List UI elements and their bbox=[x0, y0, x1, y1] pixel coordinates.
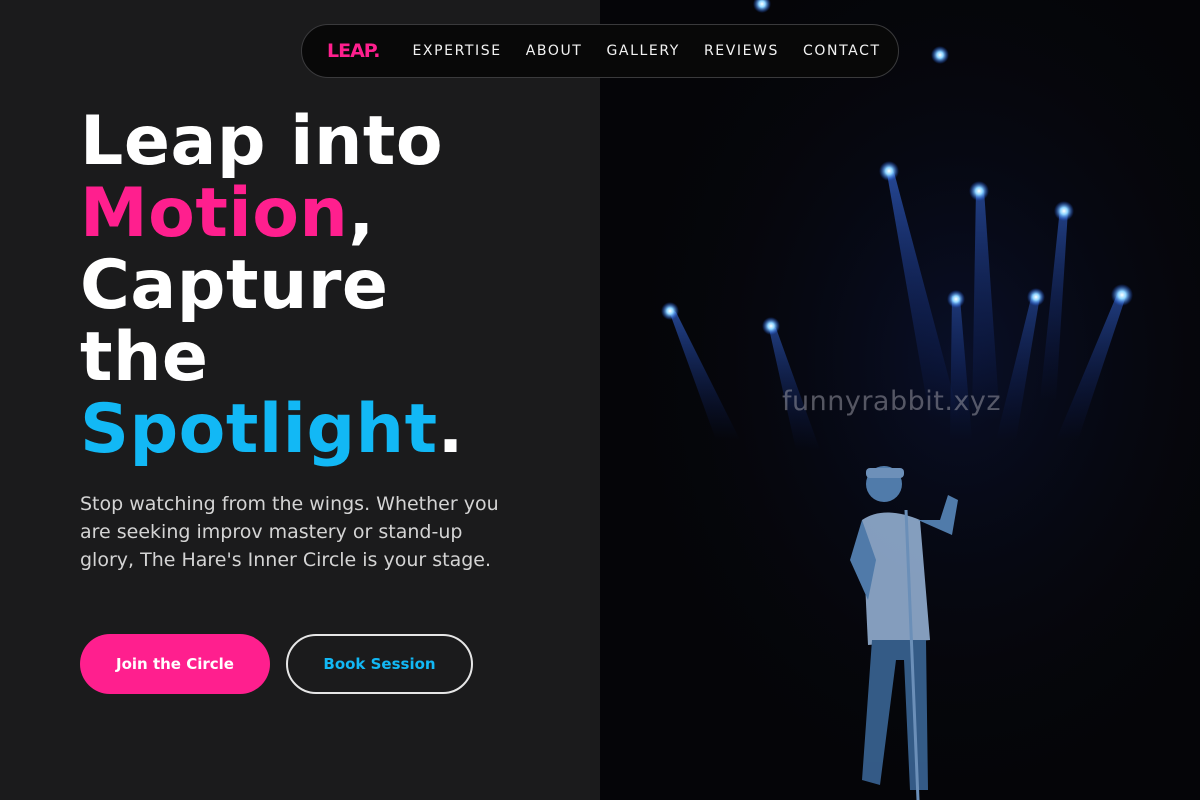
headline-line-1: Leap into bbox=[80, 102, 444, 181]
headline-period: . bbox=[437, 390, 464, 469]
headline-line-5: Spotlight. bbox=[80, 394, 464, 466]
join-the-circle-button[interactable]: Join the Circle bbox=[80, 634, 270, 694]
brand-logo[interactable]: LEAP. bbox=[327, 40, 380, 62]
headline-line-3: Capture bbox=[80, 246, 389, 325]
headline-line-4: the bbox=[80, 318, 209, 397]
headline-line-2: Motion, bbox=[80, 178, 464, 250]
top-navigation: LEAP. EXPERTISE ABOUT GALLERY REVIEWS CO… bbox=[301, 24, 899, 78]
headline-highlight-motion: Motion bbox=[80, 174, 349, 253]
nav-link-about[interactable]: ABOUT bbox=[526, 43, 583, 59]
nav-link-expertise[interactable]: EXPERTISE bbox=[412, 43, 501, 59]
hero-description: Stop watching from the wings. Whether yo… bbox=[80, 493, 499, 571]
book-session-button[interactable]: Book Session bbox=[286, 634, 473, 694]
watermark-text: funnyrabbit.xyz bbox=[782, 386, 1002, 417]
nav-link-reviews[interactable]: REVIEWS bbox=[704, 43, 779, 59]
headline-comma: , bbox=[348, 174, 375, 253]
nav-link-contact[interactable]: CONTACT bbox=[803, 43, 881, 59]
hero-headline: Leap into Motion, Capture the Spotlight. bbox=[80, 106, 464, 466]
nav-link-gallery[interactable]: GALLERY bbox=[606, 43, 679, 59]
headline-highlight-spotlight: Spotlight bbox=[80, 390, 438, 469]
